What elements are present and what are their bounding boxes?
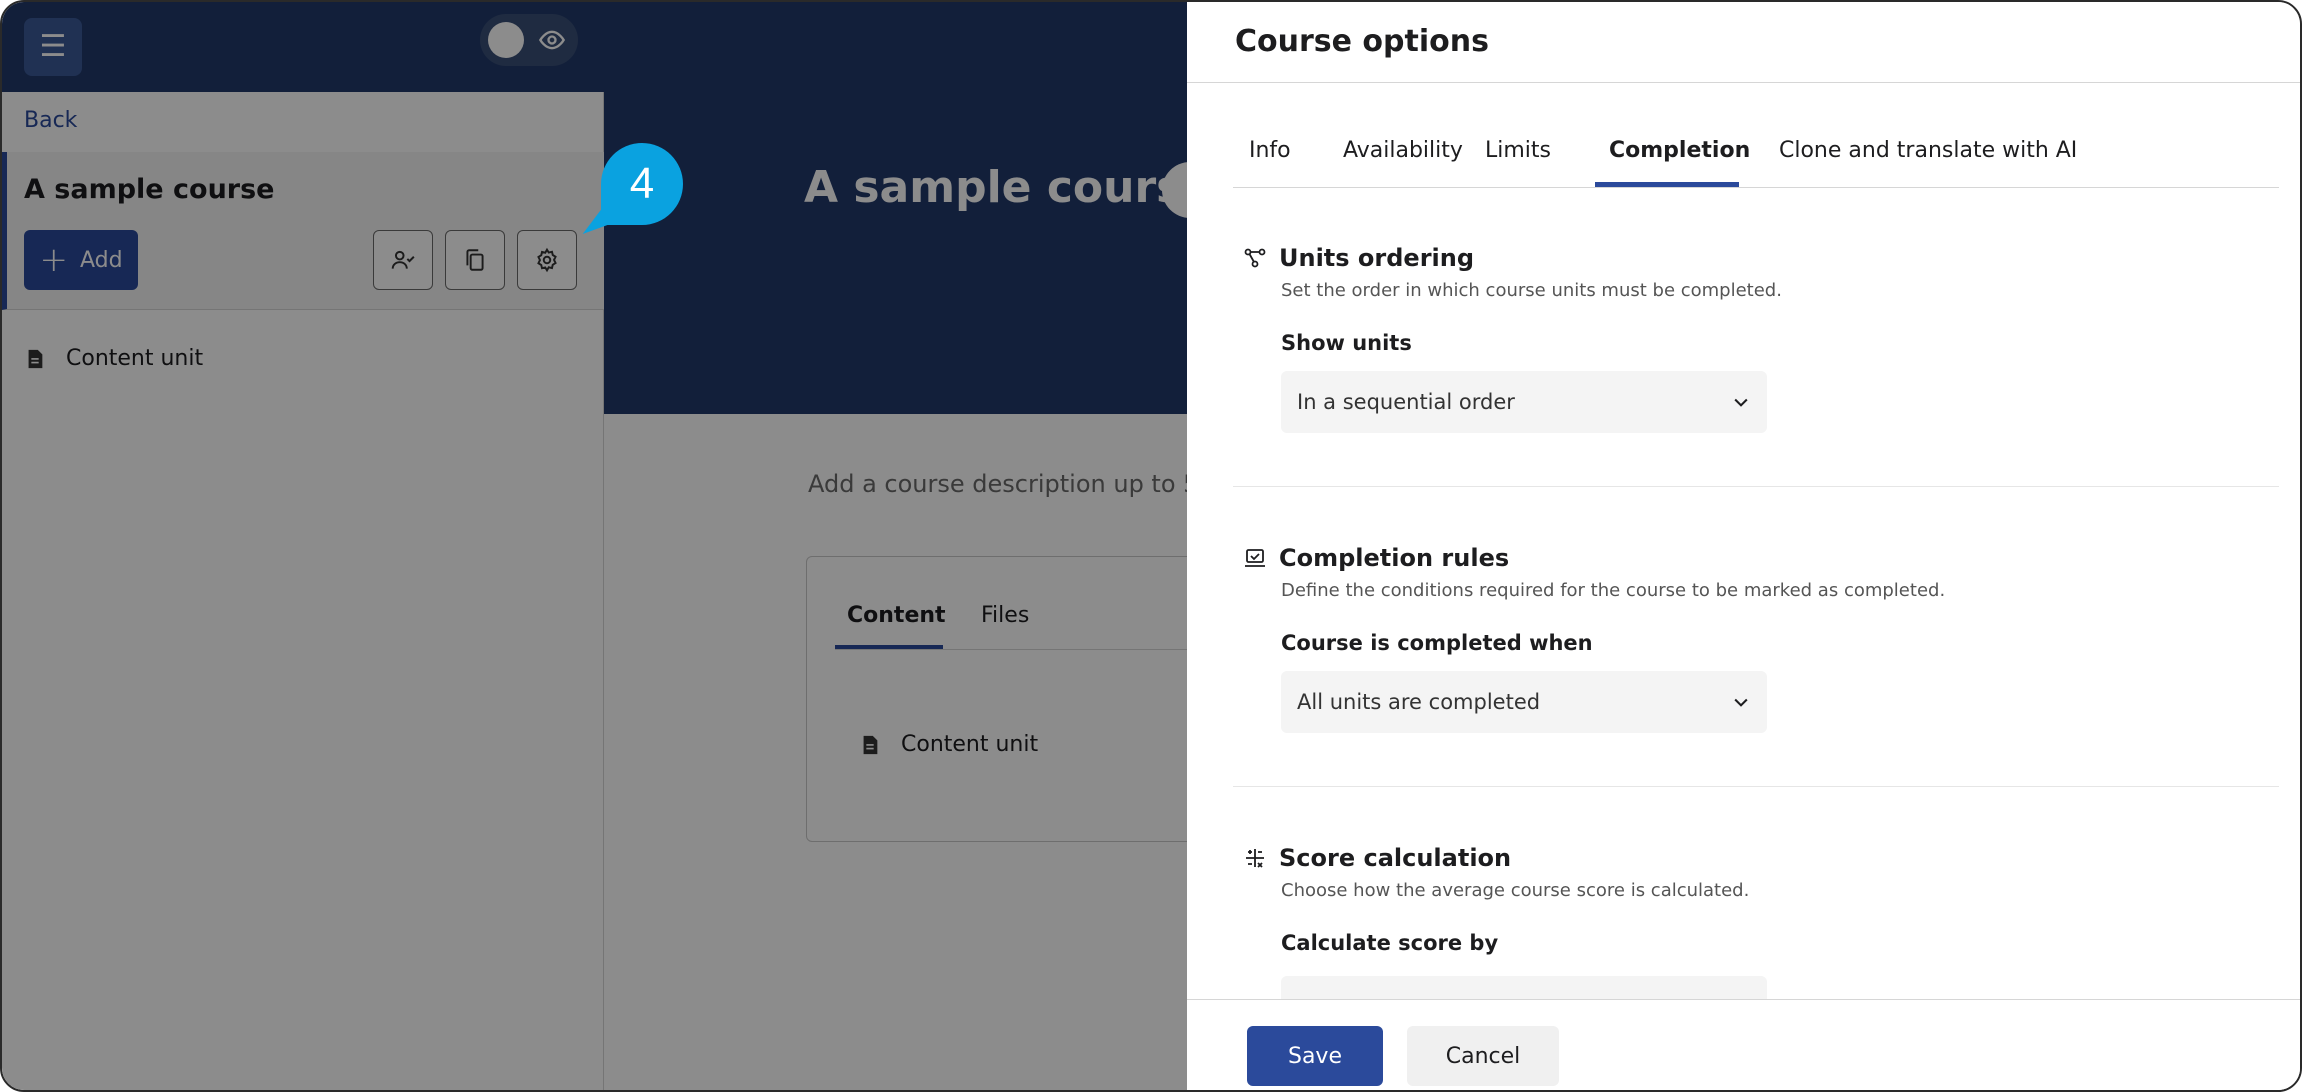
completion-rule-select[interactable]: All units are completed	[1281, 671, 1767, 733]
screen-frame: ☰ Back A sample course + Add Content uni…	[0, 0, 2302, 1092]
section-description: Define the conditions required for the c…	[1281, 580, 1946, 601]
select-value: All units are completed	[1297, 690, 1541, 714]
section-divider	[1233, 786, 2279, 787]
units-ordering-icon	[1244, 248, 1266, 268]
section-title: Units ordering	[1243, 244, 2279, 272]
select-value: In a sequential order	[1297, 390, 1515, 414]
section-title-text: Score calculation	[1279, 844, 1512, 872]
divider	[1187, 82, 2300, 83]
completion-rules-section: Completion rules Define the conditions r…	[1243, 544, 2279, 733]
chevron-down-icon	[1734, 398, 1748, 407]
tab-limits[interactable]: Limits	[1485, 138, 1551, 163]
score-calculation-icon	[1246, 849, 1264, 868]
units-ordering-section: Units ordering Set the order in which co…	[1243, 244, 2279, 433]
tab-info[interactable]: Info	[1249, 138, 1291, 163]
save-button[interactable]: Save	[1247, 1026, 1383, 1086]
section-title-text: Completion rules	[1279, 544, 1510, 572]
score-calculation-section: Score calculation Choose how the average…	[1243, 844, 2279, 955]
section-title-text: Units ordering	[1279, 244, 1475, 272]
calculate-score-label: Calculate score by	[1281, 931, 1499, 955]
drawer-title: Course options	[1235, 24, 1489, 59]
tab-completion[interactable]: Completion	[1609, 138, 1750, 163]
tab-availability[interactable]: Availability	[1343, 138, 1463, 163]
cancel-button[interactable]: Cancel	[1407, 1026, 1559, 1086]
callout-badge-4: 4	[601, 143, 683, 225]
completion-rules-icon	[1245, 549, 1265, 567]
section-title: Score calculation	[1243, 844, 2279, 872]
section-title: Completion rules	[1243, 544, 2279, 572]
tab-clone-translate[interactable]: Clone and translate with AI	[1779, 138, 2077, 163]
course-completed-when-label: Course is completed when	[1281, 631, 1593, 655]
course-options-drawer: Course options Info Availability Limits …	[1187, 2, 2300, 1090]
section-divider	[1233, 486, 2279, 487]
modal-backdrop[interactable]	[2, 2, 1187, 1090]
options-tabs: Info Availability Limits Completion Clon…	[1233, 130, 2279, 188]
chevron-down-icon	[1734, 698, 1748, 707]
section-description: Choose how the average course score is c…	[1281, 880, 1750, 901]
course-editor: ☰ Back A sample course + Add Content uni…	[2, 2, 1229, 1090]
drawer-footer: Save Cancel	[1187, 999, 2300, 1090]
section-description: Set the order in which course units must…	[1281, 280, 1782, 301]
active-tab-indicator	[1595, 182, 1739, 187]
show-units-label: Show units	[1281, 331, 1412, 355]
show-units-select[interactable]: In a sequential order	[1281, 371, 1767, 433]
